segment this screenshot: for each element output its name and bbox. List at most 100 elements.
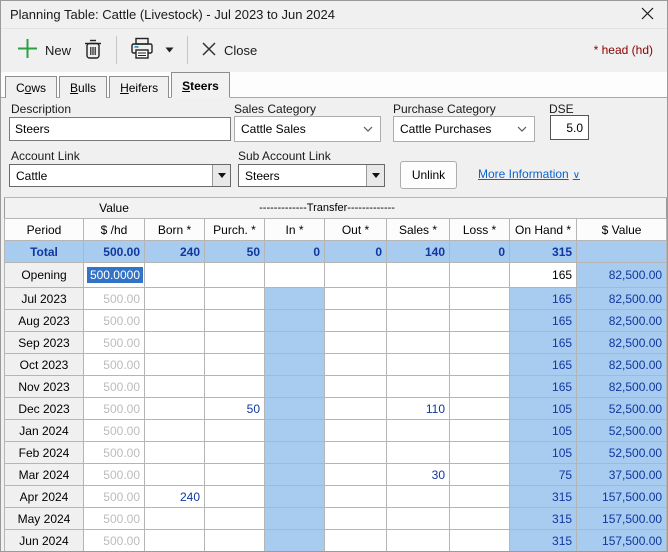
editing-cell-selection[interactable]: 500.0000 bbox=[87, 267, 143, 283]
grid-cell-loss[interactable] bbox=[450, 310, 510, 332]
grid-cell-purch[interactable] bbox=[205, 354, 265, 376]
tab-cows[interactable]: Cows bbox=[5, 76, 57, 98]
grid-cell-onhand[interactable]: 165 bbox=[510, 376, 577, 398]
grid-cell-born[interactable] bbox=[145, 376, 205, 398]
grid-cell-value[interactable]: 82,500.00 bbox=[577, 332, 667, 354]
grid-cell-loss[interactable] bbox=[450, 420, 510, 442]
grid-cell-onhand[interactable]: 105 bbox=[510, 442, 577, 464]
grid-cell-out[interactable] bbox=[325, 288, 387, 310]
tab-steers[interactable]: Steers bbox=[171, 72, 230, 98]
print-button[interactable] bbox=[124, 33, 180, 67]
grid-cell-born[interactable] bbox=[145, 310, 205, 332]
grid-cell-in[interactable] bbox=[265, 486, 325, 508]
purchase-category-select[interactable]: Cattle Purchases bbox=[393, 116, 535, 142]
grid-cell-purch[interactable] bbox=[205, 420, 265, 442]
grid-cell-purch[interactable] bbox=[205, 508, 265, 530]
dropdown-button[interactable] bbox=[366, 165, 384, 186]
grid-cell-hd[interactable]: 500.00 bbox=[84, 288, 145, 310]
grid-cell-value[interactable]: 157,500.00 bbox=[577, 508, 667, 530]
grid-cell-out[interactable]: 0 bbox=[325, 241, 387, 263]
grid-cell-in[interactable] bbox=[265, 288, 325, 310]
grid-cell-in[interactable] bbox=[265, 398, 325, 420]
grid-cell-loss[interactable] bbox=[450, 398, 510, 420]
more-information-link[interactable]: More Information∨ bbox=[478, 167, 580, 181]
grid-cell-hd[interactable]: 500.00 bbox=[84, 241, 145, 263]
grid-cell-purch[interactable] bbox=[205, 332, 265, 354]
sub-account-link-select[interactable]: Steers bbox=[238, 164, 385, 187]
grid-cell-born[interactable]: 240 bbox=[145, 486, 205, 508]
grid-cell-out[interactable] bbox=[325, 486, 387, 508]
grid-cell-born[interactable] bbox=[145, 263, 205, 288]
grid-cell-value[interactable]: 157,500.00 bbox=[577, 486, 667, 508]
grid-cell-loss[interactable] bbox=[450, 464, 510, 486]
grid-cell-value[interactable]: 82,500.00 bbox=[577, 310, 667, 332]
grid-cell-loss[interactable] bbox=[450, 354, 510, 376]
grid-cell-out[interactable] bbox=[325, 376, 387, 398]
grid-cell-out[interactable] bbox=[325, 354, 387, 376]
dse-field[interactable]: 5.0 bbox=[550, 115, 589, 140]
grid-cell-in[interactable] bbox=[265, 508, 325, 530]
grid-cell-hd[interactable]: 500.00 bbox=[84, 310, 145, 332]
grid-cell-loss[interactable] bbox=[450, 530, 510, 552]
grid-cell-hd[interactable]: 500.00 bbox=[84, 354, 145, 376]
grid-cell-value[interactable]: 52,500.00 bbox=[577, 442, 667, 464]
grid-cell-out[interactable] bbox=[325, 310, 387, 332]
grid-cell-purch[interactable] bbox=[205, 263, 265, 288]
grid-cell-sales[interactable] bbox=[387, 486, 450, 508]
grid-cell-in[interactable] bbox=[265, 464, 325, 486]
grid-cell-born[interactable] bbox=[145, 332, 205, 354]
account-link-select[interactable]: Cattle bbox=[9, 164, 231, 187]
grid-cell-hd[interactable]: 500.00 bbox=[84, 442, 145, 464]
grid-cell-onhand[interactable]: 165 bbox=[510, 288, 577, 310]
grid-cell-out[interactable] bbox=[325, 508, 387, 530]
grid-cell-born[interactable] bbox=[145, 288, 205, 310]
grid-cell-onhand[interactable]: 165 bbox=[510, 332, 577, 354]
new-button[interactable]: New bbox=[11, 34, 77, 66]
grid-cell-sales[interactable] bbox=[387, 376, 450, 398]
grid-cell-loss[interactable] bbox=[450, 332, 510, 354]
grid-cell-in[interactable] bbox=[265, 530, 325, 552]
grid-cell-out[interactable] bbox=[325, 420, 387, 442]
grid-cell-hd[interactable]: 500.00 bbox=[84, 464, 145, 486]
window-close-button[interactable] bbox=[627, 1, 667, 28]
grid-cell-hd[interactable]: 500.00 bbox=[84, 420, 145, 442]
grid-cell-loss[interactable] bbox=[450, 442, 510, 464]
grid-cell-in[interactable] bbox=[265, 263, 325, 288]
grid-cell-sales[interactable] bbox=[387, 310, 450, 332]
grid-cell-purch[interactable]: 50 bbox=[205, 241, 265, 263]
grid-cell-in[interactable] bbox=[265, 442, 325, 464]
grid-cell-born[interactable] bbox=[145, 420, 205, 442]
grid-cell-purch[interactable] bbox=[205, 530, 265, 552]
grid-cell-loss[interactable] bbox=[450, 288, 510, 310]
grid-cell-born[interactable] bbox=[145, 354, 205, 376]
grid-cell-onhand[interactable]: 105 bbox=[510, 420, 577, 442]
grid-cell-value[interactable]: 82,500.00 bbox=[577, 376, 667, 398]
grid-cell-sales[interactable]: 140 bbox=[387, 241, 450, 263]
grid-cell-born[interactable] bbox=[145, 398, 205, 420]
grid-cell-purch[interactable] bbox=[205, 442, 265, 464]
grid-cell-sales[interactable]: 30 bbox=[387, 464, 450, 486]
grid-cell-onhand[interactable]: 315 bbox=[510, 508, 577, 530]
print-dropdown-caret-icon[interactable] bbox=[165, 47, 174, 53]
sales-category-select[interactable]: Cattle Sales bbox=[234, 116, 381, 142]
grid-cell-out[interactable] bbox=[325, 530, 387, 552]
unlink-button[interactable]: Unlink bbox=[400, 161, 457, 189]
grid-cell-onhand[interactable]: 105 bbox=[510, 398, 577, 420]
grid-cell-out[interactable] bbox=[325, 442, 387, 464]
grid-cell-sales[interactable] bbox=[387, 508, 450, 530]
grid-cell-in[interactable] bbox=[265, 310, 325, 332]
grid-cell-sales[interactable]: 110 bbox=[387, 398, 450, 420]
grid-cell-purch[interactable]: 50 bbox=[205, 398, 265, 420]
grid-cell-loss[interactable] bbox=[450, 376, 510, 398]
grid-cell-purch[interactable] bbox=[205, 310, 265, 332]
grid-cell-onhand[interactable]: 315 bbox=[510, 241, 577, 263]
delete-button[interactable] bbox=[77, 34, 109, 67]
grid-cell-onhand[interactable]: 165 bbox=[510, 354, 577, 376]
grid-cell-out[interactable] bbox=[325, 398, 387, 420]
grid-cell-in[interactable]: 0 bbox=[265, 241, 325, 263]
grid-cell-purch[interactable] bbox=[205, 288, 265, 310]
grid-cell-sales[interactable] bbox=[387, 288, 450, 310]
grid-cell-hd[interactable]: 500.00 bbox=[84, 486, 145, 508]
grid-cell-hd[interactable]: 500.00 bbox=[84, 530, 145, 552]
grid-cell-value[interactable]: 82,500.00 bbox=[577, 354, 667, 376]
